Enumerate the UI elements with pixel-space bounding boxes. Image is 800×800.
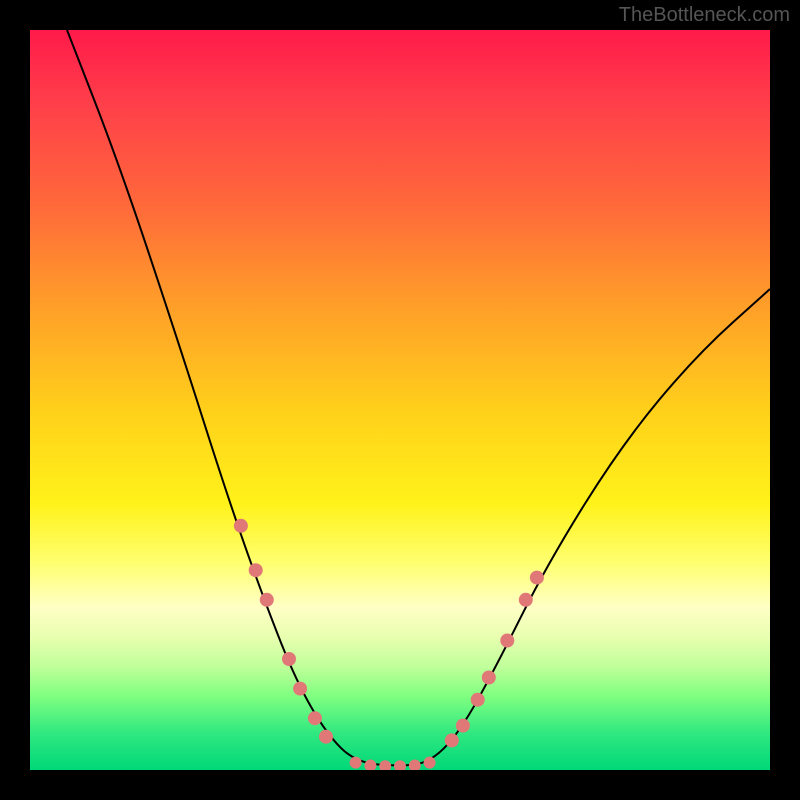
data-marker — [409, 760, 421, 770]
bottleneck-curve — [67, 30, 770, 765]
data-marker — [394, 760, 406, 770]
data-marker — [456, 719, 470, 733]
data-marker — [260, 593, 274, 607]
data-marker — [249, 563, 263, 577]
data-markers — [234, 519, 544, 770]
data-marker — [282, 652, 296, 666]
data-marker — [519, 593, 533, 607]
data-marker — [530, 571, 544, 585]
data-marker — [319, 730, 333, 744]
data-marker — [364, 760, 376, 770]
data-marker — [234, 519, 248, 533]
data-marker — [445, 733, 459, 747]
data-marker — [293, 682, 307, 696]
data-marker — [308, 711, 322, 725]
chart-svg — [30, 30, 770, 770]
data-marker — [350, 757, 362, 769]
data-marker — [379, 760, 391, 770]
data-marker — [482, 671, 496, 685]
data-marker — [424, 757, 436, 769]
watermark-text: TheBottleneck.com — [619, 4, 790, 27]
data-marker — [500, 634, 514, 648]
chart-plot-area — [30, 30, 770, 770]
data-marker — [471, 693, 485, 707]
